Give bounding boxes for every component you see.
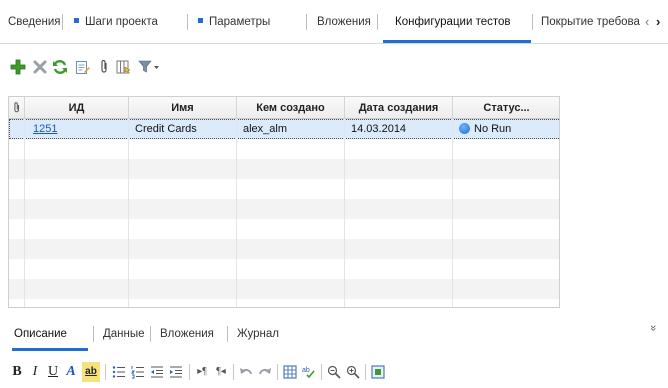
increase-indent-icon[interactable] [168, 362, 184, 382]
empty-row [9, 259, 559, 279]
tab-history[interactable]: Журнал [237, 325, 279, 343]
redo-icon[interactable] [257, 362, 273, 382]
decrease-indent-icon[interactable] [149, 362, 165, 382]
column-header-name[interactable]: Имя [129, 97, 237, 119]
edit-details-icon[interactable] [72, 56, 92, 78]
tab-separator [306, 14, 307, 30]
tab-parameters[interactable]: Параметры [198, 12, 270, 32]
table-row[interactable]: 1251 Credit Cards alex_alm 14.03.2014 No… [9, 119, 559, 139]
modified-indicator-icon [198, 18, 203, 24]
grid-header: ИД Имя Кем создано Дата создания Статус.… [9, 97, 559, 119]
tab-separator [150, 326, 151, 342]
attachment-icon[interactable] [94, 56, 114, 78]
toolbar-separator [365, 364, 366, 380]
collapse-panel-icon[interactable]: » [647, 325, 659, 331]
empty-row [9, 239, 559, 259]
italic-button[interactable]: I [28, 362, 42, 382]
details-tab-strip: Сведения Шаги проекта Параметры Вложения… [0, 0, 668, 44]
column-divider [344, 119, 345, 307]
empty-row [9, 279, 559, 299]
toolbar-separator [277, 364, 278, 380]
toolbar-separator [233, 364, 234, 380]
tab-requirements-coverage-label: Покрытие требова [541, 16, 640, 28]
cell-created-by: alex_alm [243, 123, 288, 135]
tab-separator [187, 14, 188, 30]
tab-test-configurations[interactable]: Конфигурации тестов [395, 12, 511, 32]
undo-icon[interactable] [238, 362, 254, 382]
tab-parameters-label: Параметры [209, 16, 271, 28]
active-tab-indicator [383, 40, 531, 43]
columns-icon[interactable] [114, 56, 134, 78]
tab-design-steps-label: Шаги проекта [85, 16, 158, 28]
tab-details-label: Сведения [8, 16, 61, 28]
toolbar-separator [189, 364, 190, 380]
zoom-in-icon[interactable] [345, 362, 361, 382]
tab-scroll-left-icon[interactable]: ‹ [645, 13, 649, 31]
underline-button[interactable]: U [46, 362, 60, 382]
cell-name: Credit Cards [135, 123, 197, 135]
cell-created-date: 14.03.2014 [351, 123, 407, 135]
modified-indicator-icon [74, 18, 79, 24]
column-header-created-by[interactable]: Кем создано [237, 97, 345, 119]
column-header-id[interactable]: ИД [25, 97, 129, 119]
numbered-list-icon[interactable] [130, 362, 146, 382]
empty-row [9, 179, 559, 199]
svg-text:ab: ab [302, 367, 310, 374]
tab-separator [93, 326, 94, 342]
toolbar-separator [321, 364, 322, 380]
tab-separator [227, 326, 228, 342]
highlight-button[interactable]: ab [82, 362, 100, 382]
html-source-icon[interactable] [370, 362, 386, 382]
add-icon[interactable] [8, 56, 28, 78]
tab-design-steps[interactable]: Шаги проекта [74, 12, 158, 32]
tab-separator [377, 14, 378, 30]
tab-attachments-label: Вложения [317, 16, 371, 28]
tab-description[interactable]: Описание [14, 325, 67, 343]
description-tab-strip: Описание Данные Вложения Журнал » [0, 318, 668, 354]
tab-separator [62, 14, 63, 30]
cell-id[interactable]: 1251 [25, 119, 57, 139]
refresh-icon[interactable] [50, 56, 70, 78]
column-divider [128, 119, 129, 307]
column-divider [236, 119, 237, 307]
attachment-column-header[interactable] [9, 97, 25, 119]
column-header-status[interactable]: Статус... [453, 97, 559, 119]
test-configurations-grid: ИД Имя Кем создано Дата создания Статус.… [8, 96, 560, 308]
cell-status: No Run [453, 119, 511, 139]
toolbar-separator [105, 364, 106, 380]
spell-check-icon[interactable]: ab [301, 362, 317, 382]
attachment-column-icon [13, 102, 19, 113]
tab-separator [532, 14, 533, 30]
left-to-right-icon[interactable]: ▸¶ [194, 362, 210, 382]
tab-scroll-right-icon[interactable]: › [656, 13, 660, 31]
status-label: No Run [474, 123, 512, 135]
active-tab-indicator [12, 348, 88, 351]
tab-attachments[interactable]: Вложения [317, 12, 371, 32]
tab-attachments-bottom[interactable]: Вложения [160, 325, 214, 343]
bold-button[interactable]: B [10, 362, 24, 382]
tab-data[interactable]: Данные [103, 325, 145, 343]
empty-row [9, 199, 559, 219]
font-color-button[interactable]: A [64, 362, 78, 382]
bullet-list-icon[interactable] [111, 362, 127, 382]
tab-details[interactable]: Сведения [8, 12, 61, 32]
no-run-status-icon [459, 122, 470, 134]
empty-row [9, 159, 559, 179]
delete-icon[interactable] [30, 56, 50, 78]
empty-row [9, 139, 559, 159]
tab-test-configurations-label: Конфигурации тестов [395, 16, 511, 28]
config-id-link[interactable]: 1251 [33, 123, 57, 135]
right-to-left-icon[interactable]: ¶◂ [213, 362, 229, 382]
insert-table-icon[interactable] [282, 362, 298, 382]
filter-icon[interactable] [136, 56, 162, 78]
column-divider [24, 119, 25, 307]
empty-row [9, 219, 559, 239]
column-header-created-date[interactable]: Дата создания [345, 97, 453, 119]
column-divider [452, 119, 453, 307]
zoom-out-icon[interactable] [326, 362, 342, 382]
tab-requirements-coverage[interactable]: Покрытие требова [541, 12, 643, 32]
